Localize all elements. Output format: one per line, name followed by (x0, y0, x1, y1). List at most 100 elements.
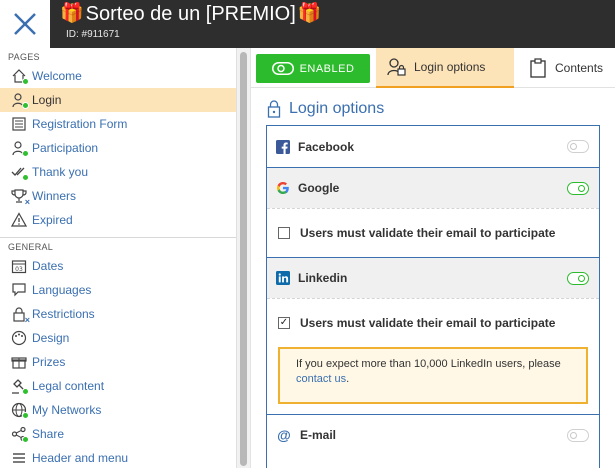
linkedin-toggle[interactable] (567, 272, 589, 285)
close-button[interactable] (0, 0, 50, 48)
provider-email-label: E-mail (300, 428, 337, 442)
share-icon (10, 425, 29, 443)
gift-icon (10, 353, 28, 371)
sidebar-scrollbar[interactable] (236, 48, 250, 468)
at-sign-icon: @ (277, 427, 291, 443)
double-check-icon (10, 163, 29, 181)
status-dot-icon (22, 436, 29, 443)
sidebar-item-restrictions[interactable]: × Restrictions (0, 302, 236, 326)
sidebar-item-header-and-menu[interactable]: Header and menu (0, 446, 236, 468)
google-validate-checkbox[interactable] (278, 227, 290, 239)
sidebar-item-label: Dates (32, 259, 64, 273)
tab-contents[interactable]: Contents (519, 48, 615, 88)
sidebar-item-legal-content[interactable]: Legal content (0, 374, 236, 398)
section-title: Login options (267, 100, 384, 118)
tab-login-options[interactable]: Login options (376, 48, 514, 88)
sidebar-item-label: Welcome (32, 69, 82, 83)
form-icon (10, 115, 28, 133)
status-x-icon: × (24, 315, 30, 325)
sidebar-item-login[interactable]: Login (0, 88, 236, 112)
sidebar-item-thank-you[interactable]: Thank you (0, 160, 236, 184)
sidebar-item-label: Winners (32, 189, 77, 203)
provider-email: @ E-mail (267, 414, 599, 455)
sidebar-item-languages[interactable]: Languages (0, 278, 236, 302)
palette-icon (10, 329, 28, 347)
sidebar-item-label: Thank you (32, 165, 89, 179)
gavel-icon (10, 377, 29, 395)
sidebar-item-label: My Networks (32, 403, 102, 417)
lock-icon: × (10, 305, 30, 325)
sidebar-item-label: Participation (32, 141, 99, 155)
facebook-toggle[interactable] (567, 140, 589, 153)
sidebar-item-label: Registration Form (32, 117, 128, 131)
trophy-icon: × (10, 187, 30, 207)
sidebar-item-participation[interactable]: Participation (0, 136, 236, 160)
sidebar-item-dates[interactable]: 03 Dates (0, 254, 236, 278)
enabled-toggle-button[interactable]: ENABLED (256, 54, 370, 83)
sidebar-item-label: Legal content (32, 379, 105, 393)
contest-id: ID: #911671 (66, 29, 120, 40)
gift-icon: 🎁 (60, 3, 84, 24)
tab-contents-label: Contents (555, 61, 604, 75)
title-block: 🎁 Sorteo de un [PREMIO] 🎁 ID: #911671 (60, 2, 321, 40)
contact-us-link[interactable]: contact us (296, 373, 346, 385)
sidebar-item-prizes[interactable]: Prizes (0, 350, 236, 374)
status-dot-icon (22, 78, 29, 85)
warning-icon (10, 211, 28, 229)
menu-icon (10, 449, 28, 467)
scrollbar-thumb[interactable] (240, 52, 247, 466)
sidebar-item-winners[interactable]: × Winners (0, 184, 236, 208)
sidebar-item-registration-form[interactable]: Registration Form (0, 112, 236, 136)
globe-icon (10, 401, 29, 419)
sidebar-item-label: Prizes (32, 355, 66, 369)
facebook-icon (276, 139, 290, 154)
google-validate-label: Users must validate their email to parti… (300, 226, 556, 240)
google-toggle[interactable] (567, 182, 589, 195)
section-label-pages: PAGES (8, 52, 40, 62)
app-header: 🎁 Sorteo de un [PREMIO] 🎁 ID: #911671 (0, 0, 615, 48)
notice-suffix: . (346, 373, 350, 385)
google-validate-option[interactable]: Users must validate their email to parti… (267, 208, 599, 257)
linkedin-validate-label: Users must validate their email to parti… (300, 316, 556, 330)
speech-bubble-icon (10, 281, 28, 299)
close-icon[interactable] (12, 11, 38, 37)
sidebar: PAGES Welcome Login Registration Form Parti… (0, 48, 236, 468)
svg-text:03: 03 (15, 266, 23, 273)
provider-google-label: Google (298, 181, 340, 195)
page-title: 🎁 Sorteo de un [PREMIO] 🎁 (60, 2, 321, 26)
pages-list: Welcome Login Registration Form Participati… (0, 64, 236, 232)
status-dot-icon (22, 102, 29, 109)
sidebar-item-my-networks[interactable]: My Networks (0, 398, 236, 422)
status-dot-icon (22, 388, 29, 395)
main-panel: ENABLED Login options Contents Login opt… (250, 48, 615, 468)
status-dot-icon (22, 412, 29, 419)
sidebar-item-label: Header and menu (32, 451, 129, 465)
participant-icon (10, 139, 29, 157)
linkedin-notice: If you expect more than 10,000 LinkedIn … (278, 347, 588, 404)
email-toggle[interactable] (567, 429, 589, 442)
user-lock-icon (387, 58, 406, 76)
linkedin-validate-checkbox[interactable]: ✓ (278, 317, 290, 329)
login-providers-card: Facebook Google Users must validate thei… (266, 125, 600, 468)
sidebar-item-label: Login (32, 93, 62, 107)
google-icon (277, 182, 289, 194)
tab-bar: ENABLED Login options Contents (251, 48, 615, 88)
provider-linkedin-label: Linkedin (298, 271, 348, 285)
sidebar-item-design[interactable]: Design (0, 326, 236, 350)
lock-icon (267, 100, 281, 118)
sidebar-item-label: Restrictions (32, 307, 95, 321)
calendar-icon: 03 (10, 257, 28, 275)
section-title-text: Login options (289, 100, 385, 117)
linkedin-validate-option[interactable]: ✓ Users must validate their email to par… (267, 298, 599, 347)
sidebar-item-expired[interactable]: Expired (0, 208, 236, 232)
toggle-on-icon (271, 62, 294, 75)
provider-linkedin: Linkedin (267, 257, 599, 298)
sidebar-item-welcome[interactable]: Welcome (0, 64, 236, 88)
home-icon (10, 67, 29, 85)
sidebar-item-label: Languages (32, 283, 92, 297)
sidebar-item-label: Expired (32, 213, 73, 227)
sidebar-item-share[interactable]: Share (0, 422, 236, 446)
provider-google: Google (267, 167, 599, 208)
notice-text: If you expect more than 10,000 LinkedIn … (296, 358, 561, 370)
provider-facebook-label: Facebook (298, 139, 355, 154)
